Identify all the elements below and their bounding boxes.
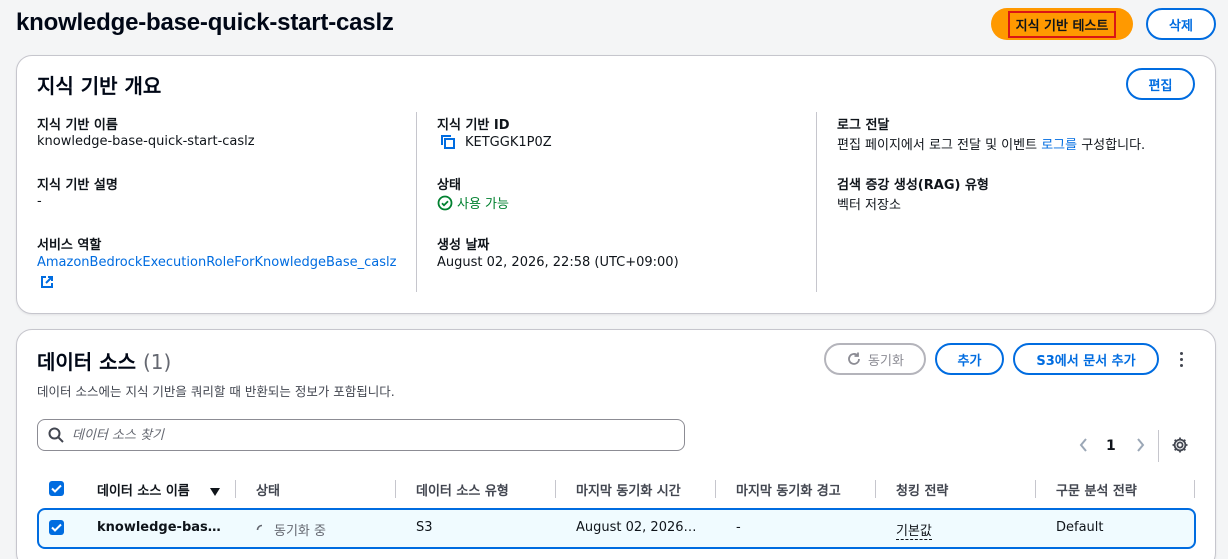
kb-name-value: knowledge-base-quick-start-caslz (37, 134, 255, 149)
rag-type-value: 벡터 저장소 (837, 198, 901, 213)
column-separator (715, 480, 716, 498)
datasources-title: 데이터 소스 (1) (37, 346, 171, 375)
log-delivery-label: 로그 전달 (837, 118, 890, 133)
rag-type-label: 검색 증강 생성(RAG) 유형 (837, 178, 989, 193)
spinner-icon (256, 524, 263, 530)
created-label: 생성 날짜 (437, 238, 490, 253)
next-page-icon[interactable] (1134, 437, 1146, 457)
kb-id-value: KETGGK1P0Z (465, 135, 552, 150)
log-text-before: 편집 페이지에서 로그 전달 및 이벤트 (837, 138, 1042, 153)
copy-icon[interactable] (440, 134, 456, 155)
col-last-sync-header[interactable]: 마지막 동기화 시간 (576, 480, 681, 499)
add-button[interactable]: 추가 (935, 343, 1004, 375)
status-label: 상태 (437, 178, 461, 193)
log-text-after: 구성합니다. (1077, 138, 1146, 153)
check-icon (51, 523, 62, 532)
service-role-label: 서비스 역할 (37, 238, 102, 253)
test-knowledge-base-button[interactable]: 지식 기반 테스트 (991, 8, 1133, 40)
created-value: August 02, 2026, 22:58 (UTC+09:00) (437, 255, 679, 270)
col-parsing-header[interactable]: 구문 분석 전략 (1056, 480, 1137, 499)
search-icon (48, 427, 64, 443)
more-options-icon[interactable] (1172, 348, 1190, 370)
row-type: S3 (416, 520, 433, 535)
column-separator (875, 480, 876, 498)
refresh-icon (848, 352, 860, 365)
sync-button[interactable]: 동기화 (824, 343, 926, 375)
column-separator (1194, 480, 1195, 498)
row-status-text: 동기화 중 (274, 524, 326, 539)
column-divider (416, 112, 417, 292)
status-value: 사용 가능 (437, 193, 509, 212)
add-s3-documents-button[interactable]: S3에서 문서 추가 (1013, 343, 1159, 375)
datasources-count: (1) (142, 350, 172, 374)
service-role-link[interactable]: AmazonBedrockExecutionRoleForKnowledgeBa… (37, 255, 396, 270)
col-chunking-header[interactable]: 청킹 전략 (896, 480, 948, 499)
col-name-header[interactable]: 데이터 소스 이름 (97, 480, 190, 499)
column-divider (816, 112, 817, 292)
column-separator (235, 480, 236, 498)
row-status: 동기화 중 (256, 520, 326, 539)
check-icon (51, 484, 62, 493)
delete-button[interactable]: 삭제 (1146, 8, 1216, 40)
page-number[interactable]: 1 (1106, 438, 1116, 454)
prev-page-icon[interactable] (1078, 437, 1090, 457)
col-status-header[interactable]: 상태 (256, 480, 280, 499)
datasource-search[interactable] (37, 419, 685, 451)
datasource-name-link[interactable]: knowledge-bas… (97, 520, 221, 535)
edit-button[interactable]: 편집 (1126, 68, 1195, 100)
kb-name-label: 지식 기반 이름 (37, 118, 118, 133)
row-last-sync: August 02, 2026… (576, 520, 697, 535)
kb-desc-label: 지식 기반 설명 (37, 178, 118, 193)
select-all-checkbox[interactable] (49, 481, 64, 496)
settings-gear-icon[interactable] (1171, 436, 1189, 459)
col-type-header[interactable]: 데이터 소스 유형 (416, 480, 509, 499)
column-separator (555, 480, 556, 498)
test-knowledge-base-label: 지식 기반 테스트 (1007, 10, 1117, 38)
column-separator (395, 480, 396, 498)
column-separator (1035, 480, 1036, 498)
kb-id-label: 지식 기반 ID (437, 118, 510, 133)
kb-desc-value: - (37, 194, 42, 209)
overview-card (16, 55, 1216, 314)
datasources-description: 데이터 소스에는 지식 기반을 쿼리할 때 반환되는 정보가 포함됩니다. (37, 384, 395, 399)
search-input[interactable] (72, 427, 652, 443)
datasources-title-text: 데이터 소스 (37, 350, 136, 374)
page-title: knowledge-base-quick-start-caslz (16, 9, 394, 36)
check-circle-icon (437, 195, 453, 210)
row-sync-warning: - (736, 520, 741, 535)
sort-down-icon[interactable] (209, 484, 221, 502)
status-text: 사용 가능 (457, 197, 509, 212)
log-link[interactable]: 로그를 (1041, 138, 1077, 153)
log-delivery-value: 편집 페이지에서 로그 전달 및 이벤트 로그를 구성합니다. (837, 134, 1145, 153)
external-link-icon[interactable] (40, 275, 54, 294)
row-chunking[interactable]: 기본값 (896, 520, 932, 540)
row-checkbox[interactable] (49, 520, 64, 535)
row-parsing: Default (1056, 520, 1104, 535)
col-sync-warning-header[interactable]: 마지막 동기화 경고 (736, 480, 841, 499)
pager-divider (1158, 430, 1159, 462)
overview-title: 지식 기반 개요 (37, 74, 162, 98)
sync-label: 동기화 (868, 353, 904, 369)
